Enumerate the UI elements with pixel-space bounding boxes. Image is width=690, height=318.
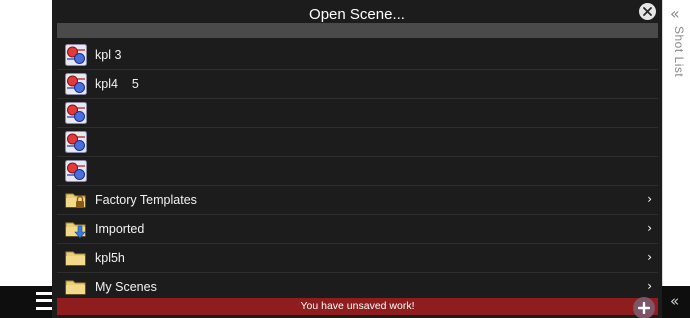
expand-shot-list-icon[interactable]: «: [670, 4, 680, 23]
folder-item[interactable]: kpl5h ›: [57, 244, 658, 273]
scene-item[interactable]: kpl4 5: [57, 70, 658, 99]
scene-item[interactable]: kpl 3: [57, 41, 658, 70]
chevron-right-icon: ›: [647, 192, 652, 206]
import-folder-icon: [65, 218, 87, 240]
folder-icon: [65, 247, 87, 269]
chevron-right-icon: ›: [647, 279, 652, 293]
scene-item[interactable]: [57, 128, 658, 157]
chevron-right-icon: ›: [647, 221, 652, 235]
unsaved-work-banner: You have unsaved work!: [57, 298, 658, 315]
chevron-right-icon: ›: [647, 250, 652, 264]
plus-icon: [638, 302, 650, 314]
folder-icon: [65, 276, 87, 298]
folder-item[interactable]: Imported ›: [57, 215, 658, 244]
scene-icon: [65, 73, 87, 95]
item-label: Factory Templates: [95, 193, 197, 207]
close-button[interactable]: [639, 3, 656, 20]
scene-icon: [65, 44, 87, 66]
item-label: kpl 3: [95, 48, 122, 62]
close-icon: [643, 7, 652, 16]
dialog-title: Open Scene...: [309, 6, 405, 23]
app-screen: « Shot List « Open Scene... kpl 3 kpl4 5 F…: [0, 0, 690, 318]
item-label: kpl4 5: [95, 77, 139, 91]
locked-folder-icon: [65, 189, 87, 211]
collapse-icon[interactable]: «: [670, 292, 679, 310]
scene-icon: [65, 160, 87, 182]
left-panel: [0, 0, 50, 318]
item-label: Imported: [95, 222, 145, 236]
item-label: kpl5h: [95, 251, 125, 265]
scene-icon: [65, 102, 87, 124]
scene-item[interactable]: [57, 157, 658, 186]
add-button[interactable]: [633, 297, 655, 318]
open-scene-dialog: Open Scene... kpl 3 kpl4 5 Factory Templat…: [52, 0, 662, 318]
item-label: My Scenes: [95, 280, 157, 294]
scene-item[interactable]: [57, 99, 658, 128]
scene-icon: [65, 131, 87, 153]
search-input[interactable]: [57, 23, 658, 38]
scene-list: kpl 3 kpl4 5 Factory Templates › Imported › kp…: [57, 41, 658, 302]
shot-list-label[interactable]: Shot List: [668, 26, 686, 96]
folder-item[interactable]: Factory Templates ›: [57, 186, 658, 215]
